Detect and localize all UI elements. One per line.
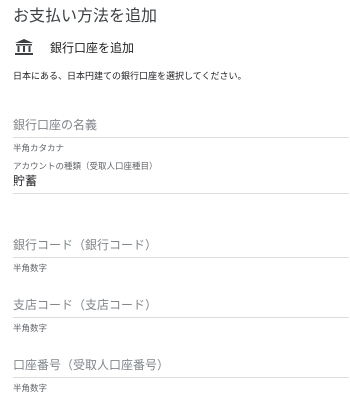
account-number-placeholder: 口座番号（受取人口座番号） xyxy=(13,358,170,372)
add-bank-account-option[interactable]: 銀行口座を追加 xyxy=(14,36,134,58)
account-name-input[interactable]: 銀行口座の名義 xyxy=(13,112,349,138)
account-name-field: 銀行口座の名義 半角カタカナ xyxy=(13,112,349,154)
bank-code-field: 銀行コード（銀行コード） 半角数字 xyxy=(13,232,349,274)
account-number-hint: 半角数字 xyxy=(13,384,48,394)
account-name-hint: 半角カタカナ xyxy=(13,144,65,154)
bank-code-placeholder: 銀行コード（銀行コード） xyxy=(13,238,158,252)
branch-code-placeholder: 支店コード（支店コード） xyxy=(13,298,158,312)
account-type-value: 貯蓄 xyxy=(13,174,38,188)
branch-code-input[interactable]: 支店コード（支店コード） xyxy=(13,292,349,318)
account-type-field: アカウントの種類（受取人口座種目） 貯蓄 xyxy=(13,160,349,194)
account-type-label: アカウントの種類（受取人口座種目） xyxy=(13,162,158,172)
page-title: お支払い方法を追加 xyxy=(13,6,158,25)
bank-account-label: 銀行口座を追加 xyxy=(50,40,135,55)
account-number-field: 口座番号（受取人口座番号） 半角数字 xyxy=(13,352,349,394)
account-number-input[interactable]: 口座番号（受取人口座番号） xyxy=(13,352,349,378)
bank-code-input[interactable]: 銀行コード（銀行コード） xyxy=(13,232,349,258)
branch-code-hint: 半角数字 xyxy=(13,324,48,334)
bank-code-hint: 半角数字 xyxy=(13,264,48,274)
account-type-select[interactable]: 貯蓄 xyxy=(13,172,349,194)
branch-code-field: 支店コード（支店コード） 半角数字 xyxy=(13,292,349,334)
bank-icon xyxy=(15,39,33,55)
account-name-placeholder: 銀行口座の名義 xyxy=(13,118,98,132)
instruction-text: 日本にある、日本円建ての銀行口座を選択してください。 xyxy=(13,72,247,82)
